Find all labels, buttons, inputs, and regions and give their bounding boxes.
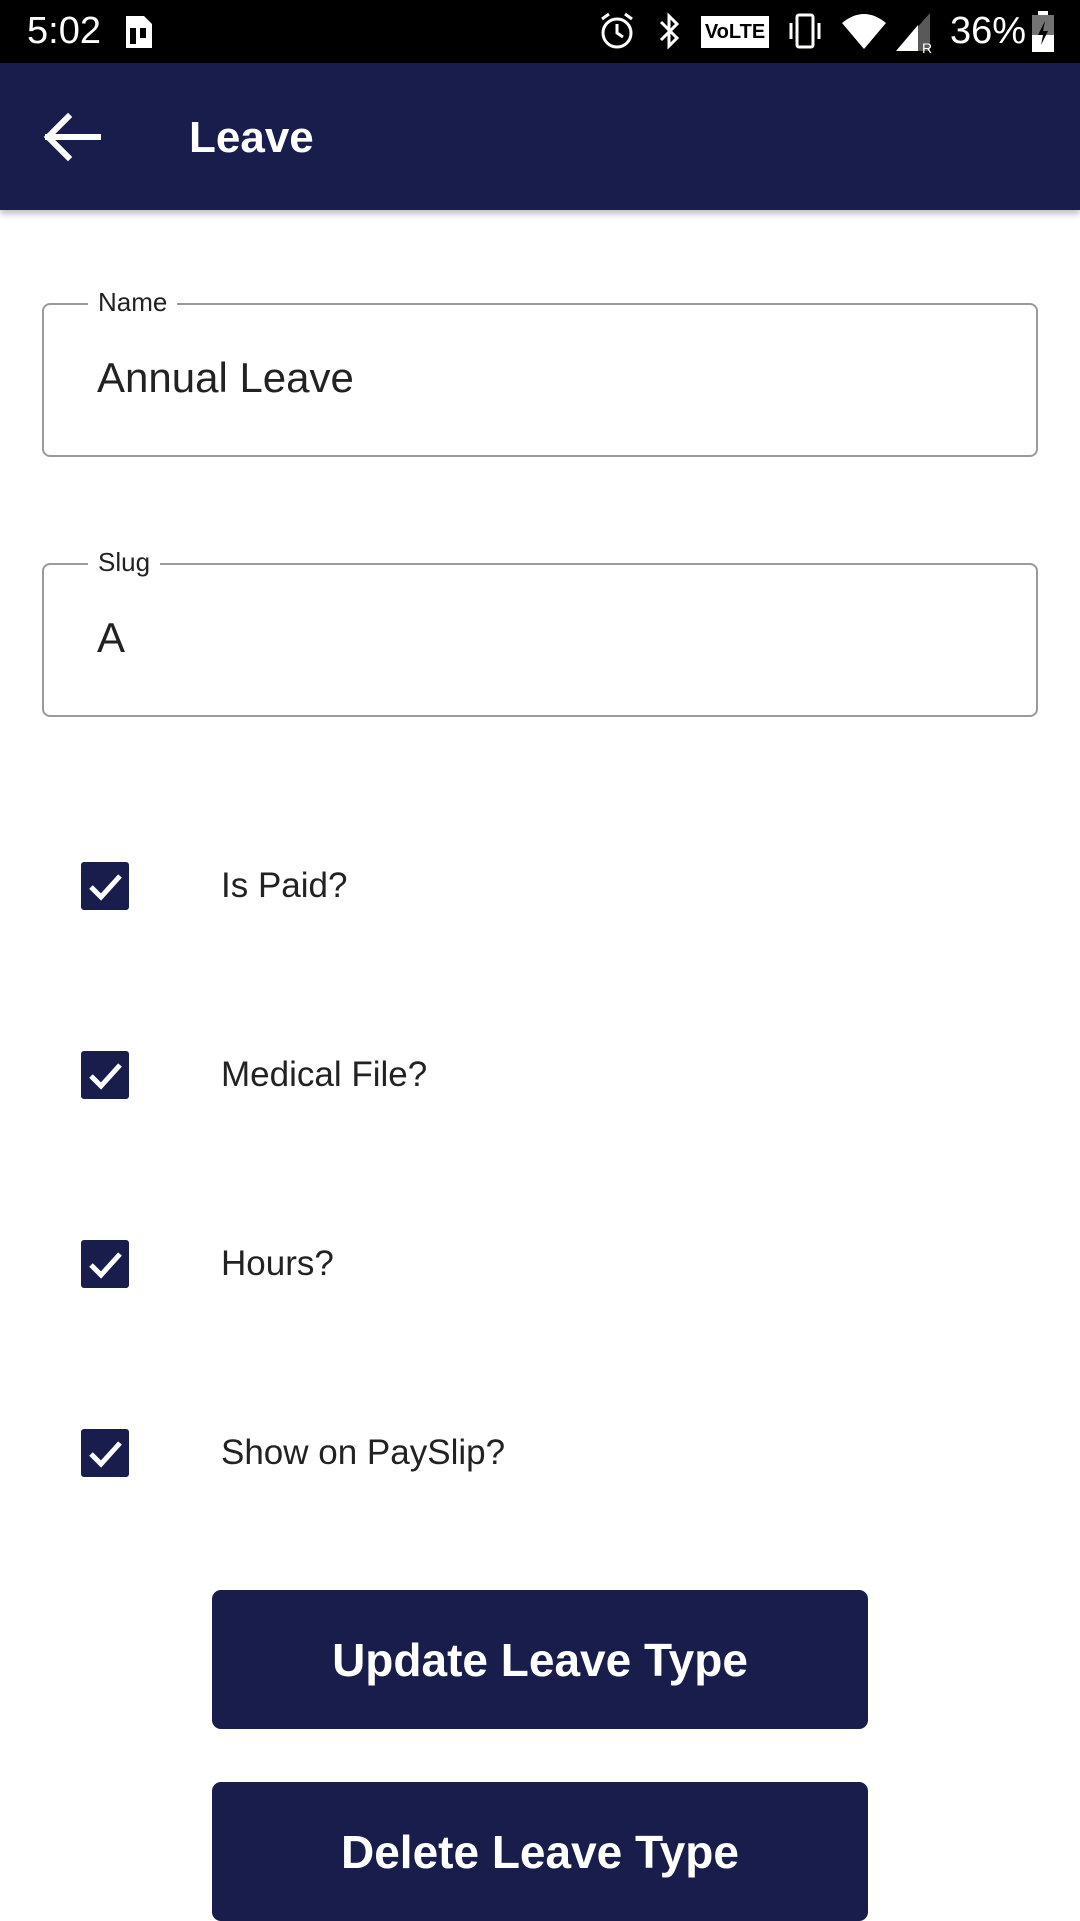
arrow-left-icon[interactable] [40, 107, 106, 167]
checkmark-icon [89, 1063, 122, 1090]
cell-signal-icon: R [896, 13, 932, 55]
alarm-icon [601, 12, 633, 49]
page-title: Leave [189, 113, 314, 162]
update-leave-type-button[interactable]: Update Leave Type [212, 1590, 868, 1729]
sim-card-icon [126, 16, 152, 48]
vibrate-icon [789, 13, 821, 49]
slug-field-value: A [97, 614, 126, 661]
bluetooth-icon [659, 12, 680, 50]
medical-file-label: Medical File? [221, 1055, 428, 1094]
wifi-icon [842, 14, 886, 49]
app-bar: Leave [0, 63, 1080, 210]
checkbox-row-show-on-payslip[interactable]: Show on PaySlip? [0, 1411, 1080, 1491]
checkbox-row-is-paid[interactable]: Is Paid? [0, 844, 1080, 924]
show-on-payslip-checkbox[interactable] [81, 1429, 129, 1477]
hours-checkbox[interactable] [81, 1240, 129, 1288]
checkmark-icon [89, 874, 122, 901]
status-bar: 5:02 VoLTE R 36% [0, 0, 1080, 63]
name-field-value: Annual Leave [97, 354, 354, 401]
checkmark-icon [89, 1441, 122, 1468]
svg-text:R: R [922, 40, 932, 55]
is-paid-label: Is Paid? [221, 866, 348, 905]
battery-charging-icon [1032, 11, 1054, 52]
show-on-payslip-label: Show on PaySlip? [221, 1433, 506, 1472]
status-time: 5:02 [27, 10, 101, 52]
name-field[interactable]: Name Annual Leave [42, 285, 1038, 457]
checkbox-row-medical-file[interactable]: Medical File? [0, 1033, 1080, 1113]
checkbox-row-hours[interactable]: Hours? [0, 1222, 1080, 1302]
is-paid-checkbox[interactable] [81, 862, 129, 910]
checkmark-icon [89, 1252, 122, 1279]
slug-field-label: Slug [88, 545, 161, 579]
name-field-label: Name [88, 285, 178, 319]
volte-badge: VoLTE [701, 16, 769, 48]
battery-percent: 36% [950, 10, 1027, 52]
medical-file-checkbox[interactable] [81, 1051, 129, 1099]
delete-leave-type-button[interactable]: Delete Leave Type [212, 1782, 868, 1921]
hours-label: Hours? [221, 1244, 334, 1283]
slug-field[interactable]: Slug A [42, 545, 1038, 717]
